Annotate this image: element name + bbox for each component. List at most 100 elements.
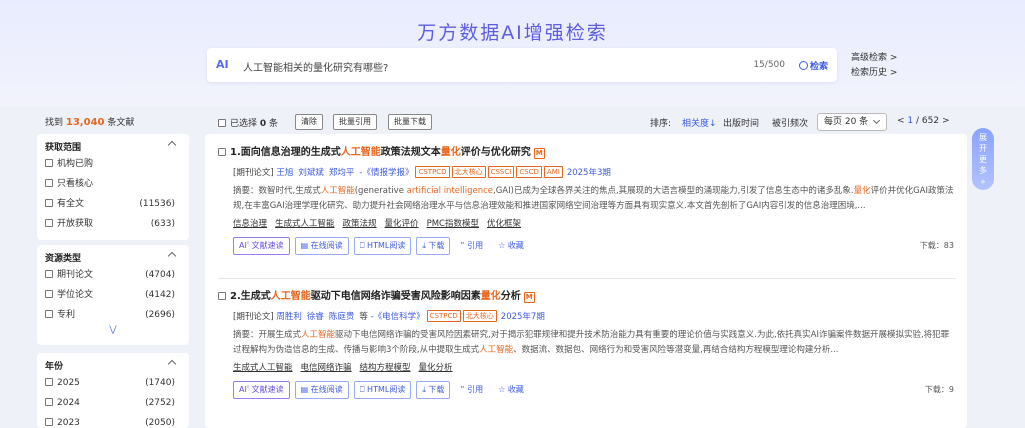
facet-item[interactable]: 学位论文 (4142) xyxy=(45,285,181,305)
select-all-checkbox[interactable] xyxy=(218,119,226,127)
facet-item-label: 只看核心 xyxy=(57,179,94,189)
keyword-link[interactable]: 结构方程模型 xyxy=(360,363,411,373)
abstract-english: artificial intelligence xyxy=(406,186,494,196)
checkbox[interactable] xyxy=(45,219,53,227)
facet-item[interactable]: 机构已购 xyxy=(45,154,181,174)
next-page-button[interactable]: > xyxy=(942,116,950,126)
result-title[interactable]: 2.生成式人工智能驱动下电信网络诈骗受害风险影响因素量化分析 M xyxy=(218,290,956,304)
facet-item[interactable]: 只看核心 xyxy=(45,174,181,194)
selected-prefix: 已选择 xyxy=(230,119,258,129)
download-button[interactable]: ⤓ 下载 xyxy=(416,381,451,399)
checkbox[interactable] xyxy=(45,270,53,278)
facet-item[interactable]: 2024 (2752) xyxy=(45,393,181,413)
mobile-badge-icon: M xyxy=(523,292,535,303)
expand-panel-tab[interactable]: 展开更多 » xyxy=(972,128,994,190)
chevron-up-icon[interactable] xyxy=(167,251,177,261)
online-read-button[interactable]: ▤ 在线阅读 xyxy=(294,381,349,399)
keyword-link[interactable]: 量化评价 xyxy=(385,219,419,229)
per-page-select[interactable]: 每页 20 条 xyxy=(817,113,887,131)
sort-date[interactable]: 出版时间 xyxy=(723,116,759,129)
keywords: 信息治理 生成式人工智能 政策法规 量化评价 PMC指数模型 优化框架 xyxy=(218,217,956,231)
sort-cited[interactable]: 被引频次 xyxy=(772,116,808,129)
keyword-link[interactable]: PMC指数模型 xyxy=(427,219,479,229)
facet-item[interactable]: 有全文 (11536) xyxy=(45,194,181,214)
facet-title[interactable]: 年份 xyxy=(45,359,181,373)
checkbox[interactable] xyxy=(45,378,53,386)
expand-more-icon[interactable]: ⋁ xyxy=(45,325,181,337)
keyword-link[interactable]: 电信网络诈骗 xyxy=(301,363,352,373)
online-read-button[interactable]: ▤ 在线阅读 xyxy=(294,237,349,255)
ai-speed-read-button[interactable]: AIʹ 文献速读 xyxy=(233,381,290,399)
author-link[interactable]: 郑均平 xyxy=(329,168,355,178)
author-link[interactable]: 刘斌斌 xyxy=(298,168,324,178)
ai-speed-read-button[interactable]: AIʹ 文献速读 xyxy=(233,237,290,255)
abstract-text: 摘要：开展生成式 xyxy=(233,330,302,340)
source-link[interactable]: -《电信科学》 xyxy=(371,312,425,322)
html-read-button[interactable]: ⎕ HTML阅读 xyxy=(353,381,412,399)
search-box[interactable]: AI 人工智能相关的量化研究有哪些? 15/500 检索 xyxy=(207,48,837,82)
result-count-number: 13,040 xyxy=(65,117,105,128)
keyword-link[interactable]: 量化分析 xyxy=(419,363,453,373)
search-history-link[interactable]: 检索历史 > xyxy=(851,66,897,81)
prev-page-button[interactable]: < xyxy=(897,116,905,126)
search-input[interactable]: 人工智能相关的量化研究有哪些? xyxy=(243,59,388,74)
batch-cite-button[interactable]: 批量引用 xyxy=(333,114,377,130)
source-link[interactable]: -《情报学报》 xyxy=(359,168,413,178)
cite-button[interactable]: “ 引用 xyxy=(455,381,488,399)
keyword-link[interactable]: 优化框架 xyxy=(487,219,521,229)
favorite-button[interactable]: ☆ 收藏 xyxy=(493,237,529,255)
float-tab-char: 开 xyxy=(979,144,987,153)
keyword-link[interactable]: 信息治理 xyxy=(233,219,267,229)
header-links: 高级检索 > 检索历史 > xyxy=(851,51,897,81)
total-pages: / 652 xyxy=(916,116,940,126)
facet-item[interactable]: 2023 (2050) xyxy=(45,413,181,428)
author-link[interactable]: 周胜利 xyxy=(276,312,302,322)
author-link[interactable]: 陈庭贵 xyxy=(329,312,355,322)
issue-link[interactable]: 2025年3期 xyxy=(567,168,611,178)
result-type: [期刊论文] xyxy=(233,168,277,178)
checkbox[interactable] xyxy=(45,159,53,167)
result-title[interactable]: 1.面向信息治理的生成式人工智能政策法规文本量化评价与优化研究 M xyxy=(218,146,956,160)
html-read-button[interactable]: ⎕ HTML阅读 xyxy=(353,237,412,255)
author-link[interactable]: 徐睿 xyxy=(307,312,324,322)
keyword-link[interactable]: 政策法规 xyxy=(343,219,377,229)
mobile-badge-icon: M xyxy=(533,148,545,159)
batch-download-button[interactable]: 批量下载 xyxy=(388,114,432,130)
facet-item[interactable]: 期刊论文 (4704) xyxy=(45,265,181,285)
sort-relevance[interactable]: 相关度↓ xyxy=(682,116,717,129)
facet-title[interactable]: 资源类型 xyxy=(45,251,181,265)
facet-item[interactable]: 2025 (1740) xyxy=(45,373,181,393)
facet-title[interactable]: 获取范围 xyxy=(45,140,181,154)
search-button[interactable]: 检索 xyxy=(798,59,828,72)
keyword-link[interactable]: 生成式人工智能 xyxy=(233,363,293,373)
author-link[interactable]: 王旭 xyxy=(276,168,293,178)
facet-item-label: 机构已购 xyxy=(57,159,94,169)
checkbox[interactable] xyxy=(45,199,53,207)
checkbox[interactable] xyxy=(45,310,53,318)
issue-link[interactable]: 2025年7期 xyxy=(501,312,545,322)
ai-icon: AI xyxy=(216,58,229,71)
checkbox[interactable] xyxy=(45,418,53,426)
checkbox[interactable] xyxy=(45,398,53,406)
result-meta: [期刊论文] 周胜利 徐睿 陈庭贵等 -《电信科学》 CSTPCD 北大核心 2025年7… xyxy=(218,310,956,324)
index-badge: 北大核心 xyxy=(462,310,497,322)
chevron-up-icon[interactable] xyxy=(167,140,177,150)
clear-button[interactable]: 清除 xyxy=(295,114,323,130)
keyword-link[interactable]: 生成式人工智能 xyxy=(275,219,335,229)
download-button[interactable]: ⤓ 下载 xyxy=(416,237,451,255)
facet-year: 年份 2025 (1740) 2024 (2752) 2023 (2050) xyxy=(37,353,189,428)
advanced-search-link[interactable]: 高级检索 > xyxy=(851,51,897,66)
index-badge: AMI xyxy=(543,166,563,178)
facet-item-label: 开放获取 xyxy=(57,219,94,229)
cite-button[interactable]: “ 引用 xyxy=(455,237,488,255)
abstract-text: ,GAI)已成为全球各界关注的焦点,其展现的大语言模型的涌现能力,引发了信息生态… xyxy=(493,186,854,196)
checkbox[interactable] xyxy=(218,292,226,300)
chevron-up-icon[interactable] xyxy=(167,359,177,369)
selected-count[interactable]: 已选择 0 条 xyxy=(218,116,278,129)
checkbox[interactable] xyxy=(45,290,53,298)
checkbox[interactable] xyxy=(45,179,53,187)
checkbox[interactable] xyxy=(218,148,226,156)
facet-item[interactable]: 专利 (2696) xyxy=(45,305,181,325)
facet-item[interactable]: 开放获取 (633) xyxy=(45,214,181,234)
favorite-button[interactable]: ☆ 收藏 xyxy=(493,381,529,399)
